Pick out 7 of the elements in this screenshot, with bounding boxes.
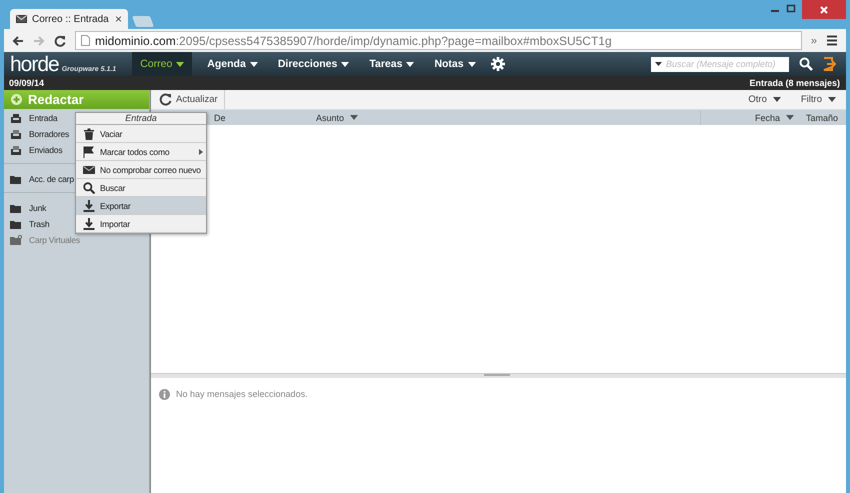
date-label: 09/09/14 [9, 78, 44, 88]
logo: horde [10, 54, 59, 76]
url-text: midominio.com:2095/cpsess5475385907/horde/imp/dynamic.php?page=mailbox#mboxSU5CT1g [95, 34, 612, 48]
empty-message: No hay mensajes seleccionados. [176, 389, 308, 399]
tab-title: Correo :: Entrada [32, 14, 110, 24]
mailbox-status: Entrada (8 mensajes) [749, 78, 840, 88]
menu-title: Entrada [76, 113, 206, 125]
